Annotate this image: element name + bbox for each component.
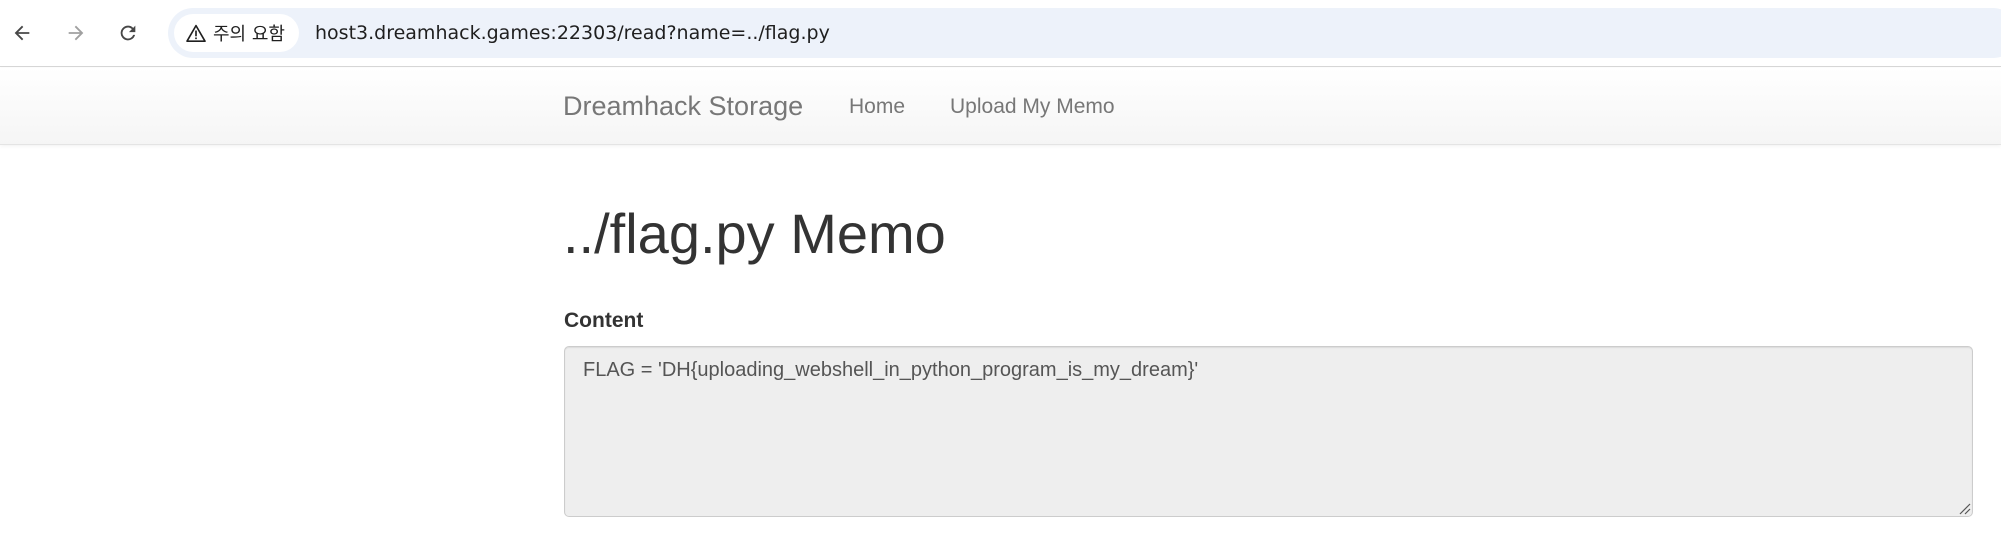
nav-link-upload-memo[interactable]: Upload My Memo [950, 68, 1115, 145]
nav-link-home[interactable]: Home [849, 68, 905, 145]
security-label: 주의 요함 [213, 24, 285, 45]
reload-button[interactable] [108, 13, 148, 53]
site-navbar: Dreamhack Storage Home Upload My Memo [0, 68, 2001, 145]
back-button[interactable] [2, 13, 42, 53]
arrow-left-icon [14, 25, 30, 41]
arrow-right-icon [68, 25, 84, 41]
page-title: ../flag.py Memo [563, 202, 946, 265]
security-chip[interactable]: 주의 요함 [174, 14, 299, 52]
brand-link[interactable]: Dreamhack Storage [563, 68, 803, 145]
browser-toolbar: 주의 요함 host3.dreamhack.games:22303/read?n… [0, 0, 2001, 67]
resize-grip-icon[interactable] [1958, 502, 1971, 515]
content-label: Content [564, 309, 644, 332]
warning-triangle-icon [186, 24, 206, 42]
url-text[interactable]: host3.dreamhack.games:22303/read?name=..… [315, 8, 830, 58]
forward-button[interactable] [56, 13, 96, 53]
memo-content-textarea[interactable]: FLAG = 'DH{uploading_webshell_in_python_… [564, 346, 1973, 517]
reload-icon [120, 25, 136, 41]
address-bar[interactable]: 주의 요함 host3.dreamhack.games:22303/read?n… [168, 8, 2001, 58]
